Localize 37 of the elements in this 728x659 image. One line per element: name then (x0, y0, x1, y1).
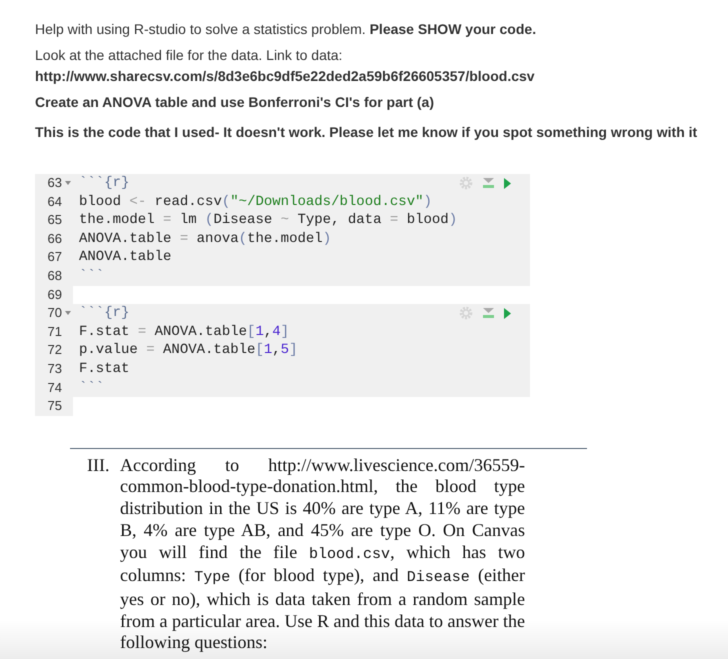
question-text: Create an ANOVA table and use Bonferroni's CI's for part (a) (35, 93, 434, 112)
question-text: http://www.sharecsv.com/s/8d3e6bc9df5e22ded2a59b6f26605357/blood.csv (35, 67, 535, 86)
line-number: 64 (46, 192, 62, 211)
code-line: F.stat = ANOVA.table[1,4] (79, 322, 290, 342)
line-number: 65 (46, 211, 62, 230)
line-number: 66 (46, 230, 62, 248)
line-number: 70 (46, 304, 62, 322)
code-line: the.model = lm (Disease ~ Type, data = blood) (79, 211, 458, 230)
line-number: 68 (46, 266, 62, 285)
play-icon[interactable] (504, 308, 511, 319)
code-line: ```{r} (79, 304, 130, 323)
fold-caret-icon[interactable] (65, 181, 71, 186)
line-number: 75 (46, 397, 62, 416)
question-text: Look at the attached file for the data. Link to data: (35, 46, 342, 65)
code-line: ``` (79, 266, 104, 286)
line-number: 71 (46, 322, 62, 341)
line-number: 67 (46, 248, 62, 266)
play-icon[interactable] (504, 178, 511, 189)
code-line: ``` (79, 378, 104, 398)
line-number: 69 (46, 286, 62, 304)
code-line: ```{r} (79, 174, 130, 193)
run-above-icon[interactable] (483, 178, 494, 189)
question-text: Help with using R-studio to solve a statistics problem. Please SHOW your code. (35, 20, 536, 39)
code-line: ANOVA.table (79, 248, 172, 267)
line-number: 74 (46, 378, 62, 397)
fold-caret-icon[interactable] (65, 311, 71, 316)
code-line: blood <- read.csv("~/Downloads/blood.csv") (79, 192, 432, 212)
code-line: p.value = ANOVA.table[1,5] (79, 341, 298, 360)
line-number: 72 (46, 341, 62, 360)
run-above-icon[interactable] (483, 308, 494, 319)
item-number: III. (87, 454, 110, 476)
code-line: ANOVA.table = anova(the.model) (79, 230, 332, 248)
line-number: 63 (46, 174, 62, 192)
assignment-text: According to http://www.livescience.com/36559-common-blood-type-donation.html, the blood type distribution in the US is 40% are type A, 11% are type B, 4% are type AB, and 45% are type O. On Canvas you will find the file blood.csv, which has two columns: Type (for blood type), and Disease (either yes or no), which is data taken from a random sample from a particular area. Use R and this data to answer the following questions: (120, 454, 525, 654)
question-text: This is the code that I used- It doesn't work. Please let me know if you spot something wrong with it (35, 123, 698, 142)
code-line: F.stat (79, 360, 130, 379)
line-number: 73 (46, 360, 62, 378)
